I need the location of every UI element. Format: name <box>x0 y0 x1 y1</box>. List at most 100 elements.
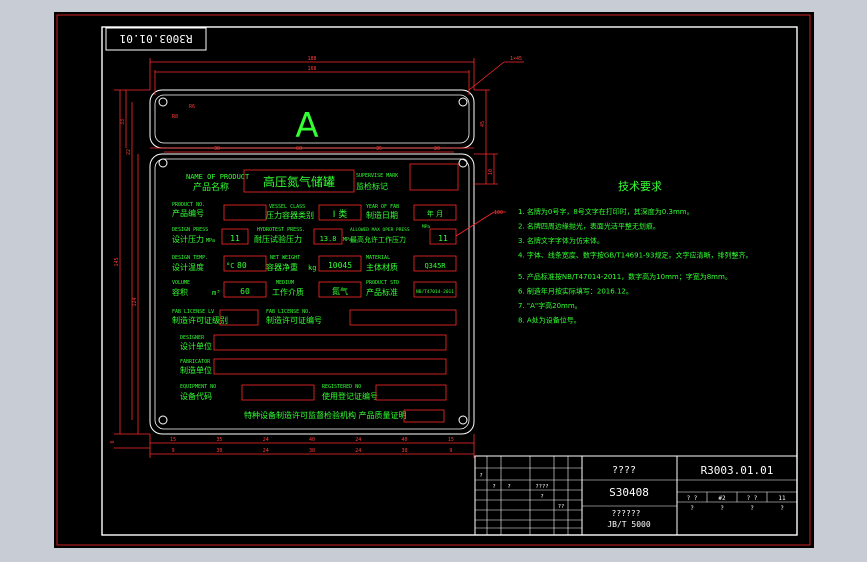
dim-bottom2-label: 9 <box>449 448 452 454</box>
design-temp-unit: °C <box>226 262 234 270</box>
dim-right-label: 10 <box>488 169 494 175</box>
designer-en: DESIGNER <box>180 335 205 341</box>
tb-row-value: 11 <box>778 495 786 502</box>
requirement-item: 5. 产品标准按NB/T47014-2011，数字高为10mm；字宽为8mm。 <box>518 272 732 281</box>
product-no-en: PRODUCT NO. <box>172 202 205 208</box>
design-temp-cn: 设计温度 <box>172 262 204 272</box>
tb-drawing-no: R3003.01.01 <box>701 464 774 477</box>
allow-cn: 最高允许工作压力 <box>350 235 406 244</box>
drawing-frame <box>101 26 798 536</box>
volume-unit: m³ <box>212 289 220 297</box>
dim-20: 20 <box>434 146 440 152</box>
dim-bottom-label: 24 <box>355 437 361 443</box>
dim-left-column: 33 22 145 124 6 <box>110 119 138 444</box>
footer-box <box>403 409 445 423</box>
plate-big-letter: A <box>295 106 318 146</box>
dim-bottom2-label: 30 <box>402 448 408 454</box>
requirement-item: 8. A处为设备位号。 <box>518 316 581 325</box>
design-press-en: DESIGN PRESS <box>172 227 208 233</box>
supervise-en: SUPERVISE MARK <box>356 173 398 179</box>
requirements-title: 技术要求 <box>618 180 662 193</box>
allow-unit: MPa <box>422 224 430 230</box>
tb-attribute-row: ? ? #2 ? ? 11???? <box>687 495 786 512</box>
dim-bottom-label: 40 <box>402 437 408 443</box>
requirement-item: 7. "A"字高20mm。 <box>518 301 582 310</box>
dim-bottom2-label: 24 <box>263 448 269 454</box>
dim-bottom-label: 40 <box>309 437 315 443</box>
year-en: YEAR OF FAB <box>366 204 399 210</box>
std-value: NB/T47014-2011 <box>416 289 454 295</box>
requirement-item: 6. 制造年月按实际填写：2016.12。 <box>518 287 633 296</box>
equip-box <box>241 384 315 401</box>
weight-en: NET WEIGHT <box>270 255 300 261</box>
requirement-item: 4. 字体、线条宽度、数字按GB/T14691-93规定。文字应清晰，排列整齐。 <box>518 251 752 260</box>
weight-cn: 容器净重 <box>266 262 298 272</box>
product-no-box <box>223 204 267 221</box>
volume-cn: 容积 <box>172 287 188 297</box>
requirement-item: 1. 名牌为0号字，8号文字在打印时，其深度为0.3mm。 <box>518 207 694 216</box>
dim-tag-100: 100 <box>494 210 503 216</box>
fabricator-box <box>213 358 447 375</box>
reg-cn: 使用登记证编号 <box>322 391 378 401</box>
requirement-item: 3. 名牌文字字体为仿宋体。 <box>518 236 604 245</box>
dim-30: 30 <box>214 146 220 152</box>
std-cn: 产品标准 <box>366 287 398 297</box>
tb-material: S30408 <box>609 486 649 499</box>
reg-box <box>375 384 447 401</box>
material-value: Q345R <box>424 262 446 270</box>
year-cn: 制造日期 <box>366 210 398 220</box>
std-en: PRODUCT STD <box>366 280 399 286</box>
code-stamp: R3003.01.01 <box>120 32 193 45</box>
fab-license-en: FAB LICENSE LV <box>172 309 214 315</box>
plate-footer: 特种设备制造许可监督检验机构 产品质量证明 <box>244 410 407 420</box>
medium-value: 氮气 <box>332 286 348 296</box>
tb-row-value2: ? <box>690 505 694 512</box>
reg-en: REGISTERED NO <box>322 384 361 390</box>
weight-unit: kg <box>308 264 316 272</box>
tb-small-cells: ?????????? <box>479 473 564 510</box>
tb-row-value2: ? <box>720 505 724 512</box>
product-name-en: NAME OF PRODUCT <box>186 173 250 181</box>
dim-left-label: 33 <box>120 119 126 125</box>
weight-value: 10045 <box>328 261 352 270</box>
tb-cell-label: ? <box>507 484 510 490</box>
dim-chamfer: 1×45 <box>510 56 522 62</box>
allow-en: ALLOWED MAX OPER PRESS <box>350 227 410 233</box>
requirement-item: 2. 名牌四周边缘抛光，表面光洁平整无划痕。 <box>518 222 660 231</box>
hydro-cn: 耐压试验压力 <box>254 234 302 244</box>
supervise-box <box>409 163 459 191</box>
design-temp-value: 80 <box>237 261 247 270</box>
year-value: 年 月 <box>427 209 443 218</box>
designer-cn: 设计单位 <box>180 341 212 351</box>
tb-cell-label: ???? <box>535 484 548 490</box>
tb-row-value2: ? <box>750 505 754 512</box>
design-press-unit: MPa <box>206 238 215 244</box>
dim-bottom-row: 15 35 24 40 24 40 15 <box>170 437 454 443</box>
dim-radius1: R6 <box>189 104 195 110</box>
fab-license2-cn: 制造许可证编号 <box>266 315 322 325</box>
mounting-holes <box>158 97 468 425</box>
design-press-cn: 设计压力 <box>172 234 204 244</box>
dim-bottom2-label: 38 <box>309 448 315 454</box>
allow-value: 11 <box>438 234 448 243</box>
dim-bottom-label: 15 <box>170 437 176 443</box>
dim-bottom-label: 24 <box>263 437 269 443</box>
fabricator-en: FABRICATOR <box>180 359 211 365</box>
material-cn: 主体材质 <box>366 262 398 272</box>
volume-en: VOLUME <box>172 280 190 286</box>
dim-35: 35 <box>376 146 382 152</box>
product-name-cn: 产品名称 <box>193 181 229 193</box>
dim-right-label: 45 <box>480 121 486 127</box>
dim-top-inner: 168 <box>307 66 316 72</box>
tb-std: JB/T 5000 <box>607 520 651 529</box>
vessel-class-value: I 类 <box>333 208 348 220</box>
material-en: MATERIAL <box>366 255 390 261</box>
tb-cell-label: ? <box>492 484 495 490</box>
vessel-class-cn: 压力容器类别 <box>266 210 314 220</box>
tb-cell-label: ?? <box>558 504 565 510</box>
dim-bottom-label: 35 <box>216 437 222 443</box>
dim-bottom2-label: 9 <box>172 448 175 454</box>
requirements-list: 1. 名牌为0号字，8号文字在打印时，其深度为0.3mm。 2. 名牌四周边缘抛光… <box>518 207 752 325</box>
medium-en: MEDIUM <box>276 280 294 286</box>
dim-left-label: 22 <box>126 149 132 155</box>
